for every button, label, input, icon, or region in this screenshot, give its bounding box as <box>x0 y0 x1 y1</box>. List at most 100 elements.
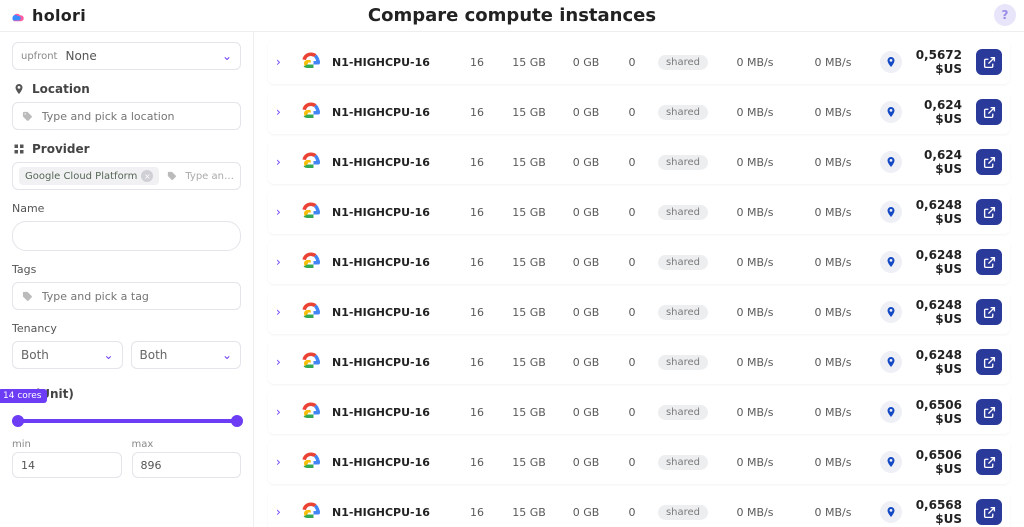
bw-in-cell: 0 MB/s <box>720 456 790 469</box>
open-button[interactable] <box>976 249 1002 275</box>
bw-in-cell: 0 MB/s <box>720 156 790 169</box>
tenancy-select-right[interactable]: Both ⌄ <box>131 341 242 369</box>
memory-cell: 15 GB <box>504 306 554 319</box>
open-button[interactable] <box>976 99 1002 125</box>
expand-icon[interactable]: › <box>276 155 290 169</box>
tenancy-title: Tenancy <box>12 322 241 335</box>
storage-cell: 0 GB <box>562 56 610 69</box>
location-pin-button[interactable] <box>880 301 902 323</box>
price-cell: 0,624 $US <box>914 98 968 126</box>
location-pin-button[interactable] <box>880 351 902 373</box>
bw-in-cell: 0 MB/s <box>720 256 790 269</box>
slider-thumb-max[interactable] <box>231 415 243 427</box>
open-button[interactable] <box>976 449 1002 475</box>
expand-icon[interactable]: › <box>276 355 290 369</box>
provider-chip-label: Google Cloud Platform <box>25 171 137 182</box>
table-row: › N1-HIGHCPU-16 16 15 GB 0 GB 0 shared 0… <box>268 140 1010 184</box>
instance-name: N1-HIGHCPU-16 <box>332 506 450 519</box>
gcp-icon <box>298 249 324 275</box>
open-button[interactable] <box>976 499 1002 525</box>
bw-out-cell: 0 MB/s <box>798 506 868 519</box>
bw-in-cell: 0 MB/s <box>720 506 790 519</box>
bw-in-cell: 0 MB/s <box>720 356 790 369</box>
cpu-min-input[interactable]: 14 <box>12 452 122 478</box>
storage-cell: 0 GB <box>562 256 610 269</box>
grid-icon <box>12 142 26 156</box>
upfront-label: upfront <box>21 51 57 62</box>
cpu-slider[interactable]: 14 cores <box>12 409 241 433</box>
bw-out-cell: 0 MB/s <box>798 206 868 219</box>
expand-icon[interactable]: › <box>276 405 290 419</box>
location-input[interactable] <box>12 102 241 130</box>
open-button[interactable] <box>976 399 1002 425</box>
cpu-cell: 16 <box>458 256 496 269</box>
tenancy-badge: shared <box>654 455 712 470</box>
expand-icon[interactable]: › <box>276 255 290 269</box>
tags-field[interactable] <box>40 289 232 304</box>
cpu-cell: 16 <box>458 406 496 419</box>
storage-cell: 0 GB <box>562 356 610 369</box>
location-title: Location <box>32 82 90 96</box>
location-pin-button[interactable] <box>880 451 902 473</box>
location-pin-button[interactable] <box>880 201 902 223</box>
slider-thumb-min[interactable] <box>12 415 24 427</box>
location-pin-button[interactable] <box>880 51 902 73</box>
price-cell: 0,6568 $US <box>914 498 968 526</box>
location-field[interactable] <box>40 109 232 124</box>
gpu-cell: 0 <box>618 256 646 269</box>
table-row: › N1-HIGHCPU-16 16 15 GB 0 GB 0 shared 0… <box>268 390 1010 434</box>
location-pin-button[interactable] <box>880 501 902 523</box>
cpu-cell: 16 <box>458 156 496 169</box>
expand-icon[interactable]: › <box>276 105 290 119</box>
help-button[interactable]: ? <box>994 4 1016 26</box>
open-button[interactable] <box>976 199 1002 225</box>
expand-icon[interactable]: › <box>276 305 290 319</box>
open-button[interactable] <box>976 299 1002 325</box>
location-pin-button[interactable] <box>880 101 902 123</box>
expand-icon[interactable]: › <box>276 505 290 519</box>
bw-out-cell: 0 MB/s <box>798 456 868 469</box>
storage-cell: 0 GB <box>562 156 610 169</box>
cpu-cell: 16 <box>458 206 496 219</box>
gcp-icon <box>298 299 324 325</box>
price-cell: 0,6248 $US <box>914 298 968 326</box>
location-pin-button[interactable] <box>880 251 902 273</box>
expand-icon[interactable]: › <box>276 455 290 469</box>
tags-input[interactable] <box>12 282 241 310</box>
gcp-icon <box>298 399 324 425</box>
sidebar: upfront None ⌄ Location <box>0 32 254 527</box>
table-row: › N1-HIGHCPU-16 16 15 GB 0 GB 0 shared 0… <box>268 440 1010 484</box>
gcp-icon <box>298 449 324 475</box>
gpu-cell: 0 <box>618 106 646 119</box>
location-pin-button[interactable] <box>880 151 902 173</box>
open-button[interactable] <box>976 349 1002 375</box>
provider-input[interactable]: Google Cloud Platform × Type and pick a … <box>12 162 241 190</box>
expand-icon[interactable]: › <box>276 55 290 69</box>
open-button[interactable] <box>976 149 1002 175</box>
upfront-select[interactable]: upfront None ⌄ <box>12 42 241 70</box>
open-button[interactable] <box>976 49 1002 75</box>
expand-icon[interactable]: › <box>276 205 290 219</box>
gpu-cell: 0 <box>618 56 646 69</box>
tenancy-left-value: Both <box>21 348 49 362</box>
chip-remove-icon[interactable]: × <box>141 170 153 182</box>
tenancy-select-left[interactable]: Both ⌄ <box>12 341 123 369</box>
tenancy-badge: shared <box>654 305 712 320</box>
cpu-max-input[interactable]: 896 <box>132 452 242 478</box>
slider-track <box>12 419 241 423</box>
tenancy-badge: shared <box>654 155 712 170</box>
bw-out-cell: 0 MB/s <box>798 306 868 319</box>
provider-placeholder: Type and pick a com <box>185 171 234 182</box>
provider-heading: Provider <box>12 142 241 156</box>
gpu-cell: 0 <box>618 356 646 369</box>
name-input[interactable] <box>12 221 241 251</box>
instance-name: N1-HIGHCPU-16 <box>332 156 450 169</box>
gcp-icon <box>298 199 324 225</box>
brand[interactable]: holori <box>8 6 86 25</box>
chevron-down-icon: ⌄ <box>222 49 232 63</box>
tenancy-badge: shared <box>654 55 712 70</box>
bw-in-cell: 0 MB/s <box>720 206 790 219</box>
location-pin-button[interactable] <box>880 401 902 423</box>
bw-in-cell: 0 MB/s <box>720 306 790 319</box>
gpu-cell: 0 <box>618 306 646 319</box>
